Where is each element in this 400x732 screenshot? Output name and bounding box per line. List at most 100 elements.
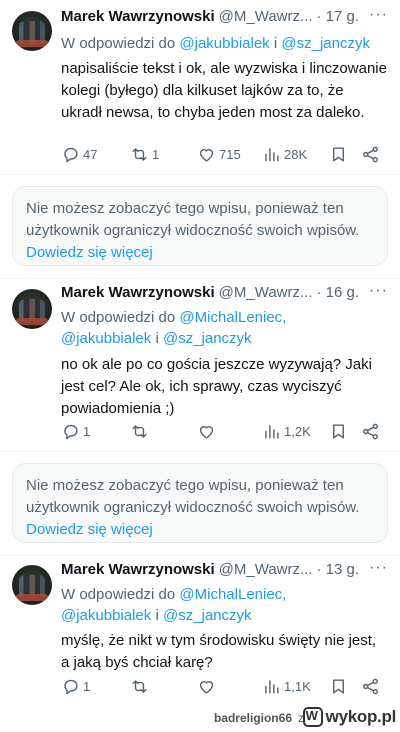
- views-count: 28K: [284, 146, 308, 162]
- views-icon: [265, 424, 279, 439]
- views-button[interactable]: 28K: [262, 142, 307, 166]
- retweet-button[interactable]: [130, 419, 149, 443]
- wykop-site: wykop.pl: [325, 707, 397, 726]
- reply-joiner: i: [273, 35, 278, 52]
- views-icon: [265, 679, 279, 694]
- views-count: 1,2K: [284, 423, 311, 439]
- divider: [0, 451, 400, 452]
- views-icon: [265, 147, 279, 162]
- reply-button[interactable]: 47: [61, 142, 97, 166]
- more-icon[interactable]: ···: [369, 282, 388, 300]
- avatar[interactable]: [12, 565, 52, 605]
- views-button[interactable]: 1,2K: [262, 419, 311, 443]
- reply-icon: [64, 147, 78, 162]
- mention-link[interactable]: @sz_janczyk: [163, 607, 252, 624]
- reply-joiner: i: [155, 330, 159, 347]
- tweet-actions: 47 1 715 28K: [61, 142, 386, 166]
- views-button[interactable]: 1,1K: [262, 674, 311, 698]
- tweet-time[interactable]: · 13 g.: [317, 561, 360, 578]
- share-button[interactable]: [361, 419, 380, 443]
- author-handle[interactable]: @M_Wawrz...: [219, 8, 313, 25]
- reply-prefix: W odpowiedzi do: [61, 35, 176, 52]
- more-icon[interactable]: ···: [369, 559, 388, 577]
- bookmark-button[interactable]: [329, 142, 348, 166]
- like-button[interactable]: [197, 674, 216, 698]
- reply-to-line: W odpowiedzi do @MichalLeniec, @jakubbia…: [61, 584, 388, 626]
- like-icon: [199, 148, 214, 162]
- mention-link[interactable]: @sz_janczyk: [163, 330, 252, 347]
- mention-link[interactable]: @jakubbialek: [61, 330, 151, 347]
- bookmark-icon: [333, 146, 344, 162]
- mention-link[interactable]: @sz_janczyk: [281, 35, 370, 52]
- notice-text: Nie możesz zobaczyć tego wpisu, ponieważ…: [26, 200, 360, 239]
- learn-more-link[interactable]: Dowiedz się więcej: [26, 244, 153, 261]
- mention-link[interactable]: @jakubbialek: [61, 607, 151, 624]
- tweet-header: Marek Wawrzynowski @M_Wawrz... · 17 g. ·…: [61, 6, 388, 30]
- like-icon: [199, 425, 214, 439]
- retweet-icon: [132, 424, 147, 438]
- reply-count: 47: [83, 146, 98, 162]
- reply-icon: [64, 679, 78, 694]
- retweet-icon: [132, 679, 147, 693]
- author-name[interactable]: Marek Wawrzynowski: [61, 8, 215, 25]
- like-button[interactable]: 715: [197, 142, 241, 166]
- mention-link[interactable]: @jakubbialek: [179, 35, 269, 52]
- reply-count: 1: [83, 678, 91, 694]
- author-handle[interactable]: @M_Wawrz...: [219, 561, 313, 578]
- views-count: 1,1K: [284, 678, 311, 694]
- like-button[interactable]: [197, 419, 216, 443]
- mention-link[interactable]: @MichalLeniec,: [179, 309, 286, 326]
- footer-username: badreligion66: [213, 711, 292, 725]
- restricted-post-notice: Nie możesz zobaczyć tego wpisu, ponieważ…: [12, 463, 388, 543]
- divider: [0, 174, 400, 175]
- reply-count: 1: [83, 423, 91, 439]
- reply-prefix: W odpowiedzi do: [61, 586, 176, 603]
- retweet-icon: [132, 147, 147, 161]
- tweet-text: myślę, że nikt w tym środowisku święty n…: [61, 632, 377, 671]
- reply-to-line: W odpowiedzi do @MichalLeniec, @jakubbia…: [61, 307, 388, 349]
- wykop-icon: [302, 707, 323, 727]
- watermark-footer: badreligion66 z wykop.pl: [0, 704, 400, 732]
- author-handle[interactable]: @M_Wawrz...: [219, 284, 313, 301]
- like-count: 715: [219, 146, 241, 162]
- reply-button[interactable]: 1: [61, 419, 90, 443]
- restricted-post-notice: Nie możesz zobaczyć tego wpisu, ponieważ…: [12, 186, 388, 266]
- share-icon: [363, 678, 378, 694]
- reply-to-line: W odpowiedzi do @jakubbialek i @sz_jancz…: [61, 33, 388, 54]
- reply-joiner: i: [155, 607, 159, 624]
- tweet-header: Marek Wawrzynowski @M_Wawrz... · 16 g. ·…: [61, 282, 388, 306]
- retweet-button[interactable]: [130, 674, 149, 698]
- tweet-actions: 1 1,2K: [61, 419, 386, 443]
- reply-icon: [64, 424, 78, 439]
- tweet-text: no ok ale po co gościa jeszcze wyzywają?…: [61, 356, 372, 417]
- tweet-actions: 1 1,1K: [61, 674, 386, 698]
- mention-link[interactable]: @MichalLeniec,: [179, 586, 286, 603]
- share-icon: [363, 146, 378, 162]
- reply-button[interactable]: 1: [61, 674, 90, 698]
- bookmark-icon: [333, 678, 344, 694]
- retweet-count: 1: [152, 146, 160, 162]
- retweet-button[interactable]: 1: [130, 142, 159, 166]
- bookmark-button[interactable]: [329, 419, 348, 443]
- share-button[interactable]: [361, 142, 380, 166]
- tweet-time[interactable]: · 17 g.: [317, 8, 360, 25]
- reply-prefix: W odpowiedzi do: [61, 309, 176, 326]
- share-button[interactable]: [361, 674, 380, 698]
- avatar[interactable]: [12, 289, 52, 329]
- bookmark-button[interactable]: [329, 674, 348, 698]
- learn-more-link[interactable]: Dowiedz się więcej: [26, 521, 153, 538]
- avatar[interactable]: [12, 11, 52, 51]
- tweet-header: Marek Wawrzynowski @M_Wawrz... · 13 g. ·…: [61, 559, 388, 583]
- share-icon: [363, 423, 378, 439]
- tweet-time[interactable]: · 16 g.: [317, 284, 360, 301]
- author-name[interactable]: Marek Wawrzynowski: [61, 561, 215, 578]
- tweet-text: napisaliście tekst i ok, ale wyzwiska i …: [61, 60, 387, 121]
- divider: [0, 278, 400, 279]
- wykop-logo: wykop.pl: [302, 707, 397, 727]
- notice-text: Nie możesz zobaczyć tego wpisu, ponieważ…: [26, 477, 360, 516]
- author-name[interactable]: Marek Wawrzynowski: [61, 284, 215, 301]
- divider: [0, 555, 400, 556]
- like-icon: [199, 680, 214, 694]
- more-icon[interactable]: ···: [369, 6, 388, 24]
- bookmark-icon: [333, 423, 344, 439]
